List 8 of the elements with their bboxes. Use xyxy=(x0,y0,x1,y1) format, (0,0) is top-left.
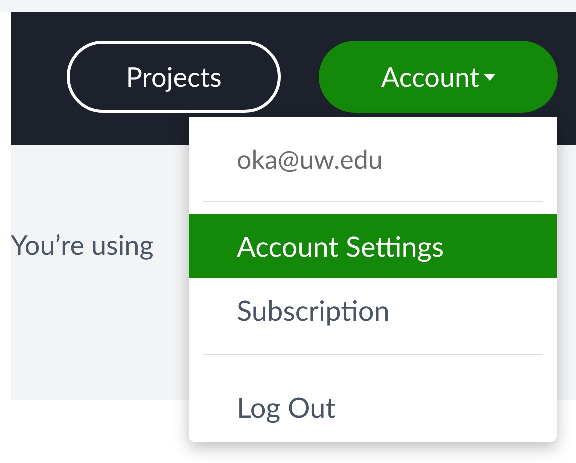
menu-item[interactable]: Subscription xyxy=(189,278,557,342)
menu-item[interactable]: Account Settings xyxy=(189,214,557,278)
notice-text: You’re using xyxy=(11,230,154,260)
caret-icon xyxy=(484,74,496,80)
projects-button[interactable]: Projects xyxy=(67,41,281,113)
menu-item[interactable]: Log Out xyxy=(189,375,557,439)
account-email: oka@uw.edu xyxy=(236,142,384,177)
account-button[interactable]: Account xyxy=(319,41,558,113)
